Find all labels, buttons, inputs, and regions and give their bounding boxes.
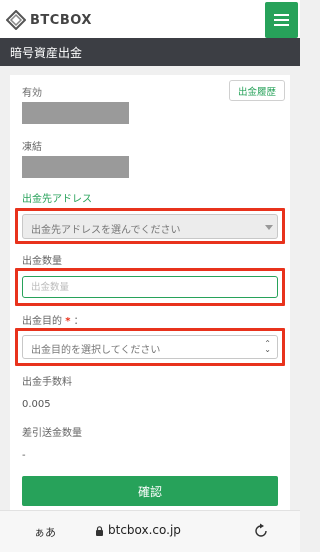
address-select-value: 出金先アドレスを選んでください <box>31 225 181 236</box>
address-label: 出金先アドレス <box>22 194 92 205</box>
withdrawal-history-button[interactable]: 出金履歴 <box>229 80 285 101</box>
purpose-select-value: 出金目的を選択してください <box>31 345 161 356</box>
btcbox-logo[interactable]: BTCBOX <box>6 10 92 30</box>
menu-line-icon <box>274 19 289 21</box>
amount-label: 出金数量 <box>22 256 62 267</box>
fee-value: 0.005 <box>22 399 51 410</box>
purpose-label: 出金目的 <box>22 316 62 327</box>
purpose-select[interactable]: 出金目的を選択してください ⌃ ⌄ <box>22 335 278 359</box>
available-balance-redacted <box>22 102 129 124</box>
logo-text: BTCBOX <box>30 12 92 28</box>
url-domain[interactable]: btcbox.co.jp <box>108 523 181 537</box>
lock-icon <box>96 526 103 536</box>
menu-line-icon <box>274 14 289 16</box>
logo-diamond-icon <box>6 10 26 30</box>
net-amount-label: 差引送金数量 <box>22 428 82 439</box>
reload-icon[interactable] <box>253 523 269 539</box>
browser-address-bar: ぁあ btcbox.co.jp <box>0 510 300 552</box>
purpose-label-row: 出金目的 * ： <box>22 312 84 327</box>
address-select[interactable]: 出金先アドレスを選んでください <box>22 214 278 239</box>
amount-input[interactable] <box>22 276 278 298</box>
confirm-button[interactable]: 確認 <box>22 476 278 506</box>
caret-down-icon <box>265 225 273 230</box>
fee-label: 出金手数料 <box>22 377 72 388</box>
required-asterisk: * <box>65 316 71 327</box>
frozen-balance-redacted <box>22 156 129 178</box>
frozen-label: 凍結 <box>22 142 42 153</box>
available-label: 有効 <box>22 88 42 99</box>
net-amount-value: - <box>22 450 26 461</box>
text-size-button[interactable]: ぁあ <box>34 524 56 540</box>
site-header: BTCBOX <box>0 0 300 38</box>
purpose-colon: ： <box>73 316 84 327</box>
hamburger-menu-button[interactable] <box>265 2 298 38</box>
page-title: 暗号資産出金 <box>10 46 83 60</box>
menu-line-icon <box>274 24 289 26</box>
updown-chevron-icon: ⌃ ⌄ <box>264 339 271 354</box>
page-title-bar: 暗号資産出金 <box>0 38 300 66</box>
